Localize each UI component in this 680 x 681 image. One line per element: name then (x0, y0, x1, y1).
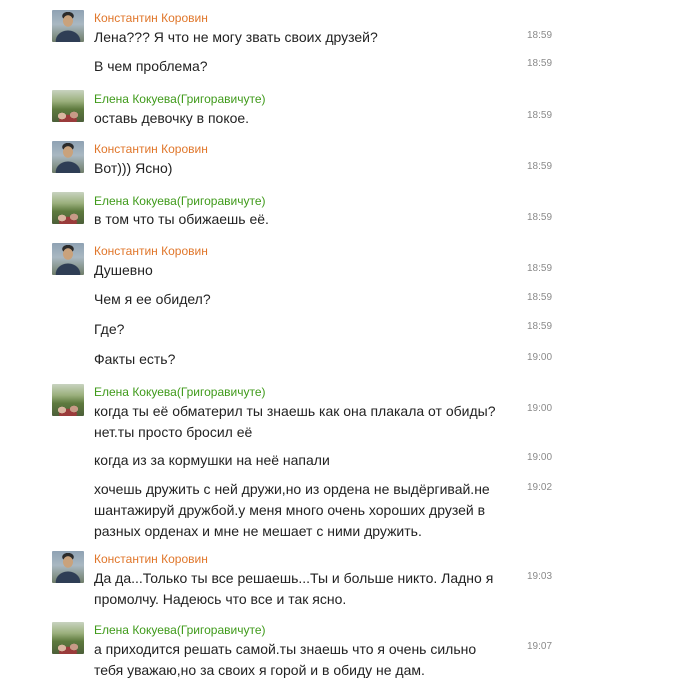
avatar-konstantin[interactable] (52, 243, 84, 275)
avatar-elena[interactable] (52, 622, 84, 654)
message-text: Где? (94, 321, 125, 337)
message-time: 18:59 (527, 30, 553, 41)
avatar-elena[interactable] (52, 90, 84, 122)
message-text: Вот))) Ясно) (94, 160, 173, 176)
message-time: 18:59 (527, 292, 553, 303)
message-text: Факты есть? (94, 351, 176, 367)
message-text: Чем я ее обидел? (94, 291, 211, 307)
message-text: хочешь дружить с ней дружи,но из ордена … (94, 481, 490, 539)
message-time: 18:59 (527, 58, 553, 69)
message-time: 19:07 (527, 641, 553, 652)
message-text: Душевно (94, 262, 153, 278)
author-name-konstantin[interactable]: Константин Коровин (94, 244, 208, 258)
avatar-elena[interactable] (52, 192, 84, 224)
message-text: Да да...Только ты все решаешь...Ты и бол… (94, 570, 494, 607)
message-time: 18:59 (527, 110, 553, 121)
author-name-konstantin[interactable]: Константин Коровин (94, 142, 208, 156)
avatar-konstantin[interactable] (52, 551, 84, 583)
message-text: а приходится решать самой.ты знаешь что … (94, 641, 477, 678)
author-name-konstantin[interactable]: Константин Коровин (94, 11, 208, 25)
message-time: 19:00 (527, 352, 553, 363)
message-time: 18:59 (527, 161, 553, 172)
message-text: оставь девочку в покое. (94, 110, 250, 126)
message-text: когда ты её обматерил ты знаешь как она … (94, 403, 496, 440)
avatar-konstantin[interactable] (52, 141, 84, 173)
avatar-elena[interactable] (52, 384, 84, 416)
message-text: в том что ты обижаешь её. (94, 211, 269, 227)
message-text: В чем проблема? (94, 58, 208, 74)
author-name-konstantin[interactable]: Константин Коровин (94, 552, 208, 566)
message-text: когда из за кормушки на неё напали (94, 452, 330, 468)
chat-history: Константин Коровин Лена??? Я что не могу… (0, 0, 680, 681)
message-time: 19:02 (527, 482, 553, 493)
message-time: 18:59 (527, 263, 553, 274)
message-time: 18:59 (527, 321, 553, 332)
message-text: Лена??? Я что не могу звать своих друзей… (94, 29, 378, 45)
author-name-elena[interactable]: Елена Кокуева(Григоравичуте) (94, 623, 266, 637)
avatar-konstantin[interactable] (52, 10, 84, 42)
author-name-elena[interactable]: Елена Кокуева(Григоравичуте) (94, 385, 266, 399)
author-name-elena[interactable]: Елена Кокуева(Григоравичуте) (94, 194, 266, 208)
message-time: 19:00 (527, 403, 553, 414)
author-name-elena[interactable]: Елена Кокуева(Григоравичуте) (94, 92, 266, 106)
message-time: 19:00 (527, 452, 553, 463)
message-time: 19:03 (527, 571, 553, 582)
message-time: 18:59 (527, 212, 553, 223)
